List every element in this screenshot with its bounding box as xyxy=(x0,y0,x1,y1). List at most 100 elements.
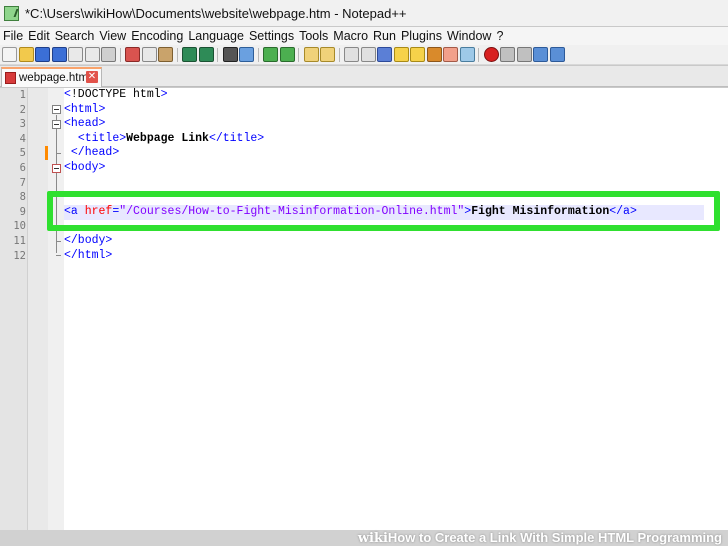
print-icon[interactable] xyxy=(101,47,116,62)
save-all-icon[interactable] xyxy=(51,47,67,62)
doc-map-icon[interactable] xyxy=(410,47,425,62)
menu-window[interactable]: Window xyxy=(447,29,491,43)
highlight-annotation xyxy=(47,191,720,231)
fold-end xyxy=(56,255,61,256)
menu-bar: File Edit Search View Encoding Language … xyxy=(0,27,728,45)
cut-icon[interactable] xyxy=(125,47,140,62)
fold-toggle-html[interactable] xyxy=(52,105,61,114)
fold-end xyxy=(56,153,61,154)
wikihow-logo-text: wiki xyxy=(357,531,388,546)
caption-how: How xyxy=(387,530,416,545)
html-open-tag: <html> xyxy=(64,102,106,116)
close-all-icon[interactable] xyxy=(84,47,100,62)
redo-icon[interactable] xyxy=(198,47,214,62)
caption-title: to Create a Link With Simple HTML Progra… xyxy=(415,530,722,545)
code-line-11: </body> xyxy=(64,234,637,249)
tag-close-bracket: > xyxy=(160,88,168,101)
menu-edit[interactable]: Edit xyxy=(28,29,50,43)
run-macro-multiple-icon[interactable] xyxy=(533,47,548,62)
tab-webpage-htm[interactable]: webpage.htm ✕ xyxy=(1,67,102,87)
open-folder-icon[interactable] xyxy=(18,47,34,62)
line-number: 10 xyxy=(13,220,26,233)
indent-guide-icon[interactable] xyxy=(377,47,392,62)
menu-language[interactable]: Language xyxy=(188,29,244,43)
record-macro-icon[interactable] xyxy=(483,47,499,62)
toolbar-separator xyxy=(338,47,343,62)
menu-view[interactable]: View xyxy=(99,29,126,43)
play-macro-icon[interactable] xyxy=(516,47,532,62)
close-file-icon[interactable] xyxy=(68,47,83,62)
save-macro-icon[interactable] xyxy=(549,47,565,62)
menu-settings[interactable]: Settings xyxy=(249,29,294,43)
toolbar-separator xyxy=(176,47,181,62)
word-wrap-icon[interactable] xyxy=(344,47,359,62)
line-number: 6 xyxy=(19,161,26,174)
fold-toggle-head[interactable] xyxy=(52,120,61,129)
code-line-1: <!DOCTYPE html> xyxy=(64,88,637,103)
copy-icon[interactable] xyxy=(141,47,157,62)
tab-bar: webpage.htm ✕ xyxy=(0,66,728,87)
menu-run[interactable]: Run xyxy=(373,29,396,43)
find-icon[interactable] xyxy=(222,47,238,62)
toolbar xyxy=(0,45,728,65)
fold-end xyxy=(56,241,61,242)
folder-as-workspace-icon[interactable] xyxy=(443,47,458,62)
sync-horizontal-icon[interactable] xyxy=(320,47,335,62)
head-open-tag: <head> xyxy=(64,117,106,131)
new-file-icon[interactable] xyxy=(2,47,17,62)
line-number: 3 xyxy=(19,118,26,131)
show-all-characters-icon[interactable] xyxy=(360,47,376,62)
menu-help[interactable]: ? xyxy=(496,29,503,43)
fold-line xyxy=(56,115,57,253)
code-line-2: <html> xyxy=(64,103,637,118)
undo-icon[interactable] xyxy=(182,47,197,62)
zoom-in-icon[interactable] xyxy=(263,47,278,62)
line-number: 4 xyxy=(19,132,26,145)
tab-label: webpage.htm xyxy=(19,72,89,84)
title-bar: *C:\Users\wikiHow\Documents\website\webp… xyxy=(0,0,728,26)
toolbar-separator xyxy=(298,47,302,62)
menu-search[interactable]: Search xyxy=(55,29,95,43)
close-icon[interactable]: ✕ xyxy=(86,71,98,83)
save-icon[interactable] xyxy=(35,47,50,62)
notepad-plus-plus-icon xyxy=(4,5,19,21)
function-list-icon[interactable] xyxy=(426,47,442,62)
toolbar-separator xyxy=(257,47,262,62)
caption: wikiHow to Create a Link With Simple HTM… xyxy=(358,530,722,546)
menu-file[interactable]: File xyxy=(3,29,23,43)
sync-vertical-icon[interactable] xyxy=(303,47,319,62)
editor-area[interactable]: 1 2 3 4 5 6 7 8 9 10 11 12 <!DOCTYPE htm… xyxy=(0,88,728,530)
line-number: 11 xyxy=(13,234,26,247)
zoom-out-icon[interactable] xyxy=(279,47,295,62)
line-number: 8 xyxy=(19,191,26,204)
line-number: 1 xyxy=(19,89,26,101)
html-close-tag: </html> xyxy=(64,248,113,262)
menu-encoding[interactable]: Encoding xyxy=(131,29,183,43)
body-open-tag: <body> xyxy=(64,160,106,174)
line-number: 9 xyxy=(19,205,26,218)
code-line-12: </html> xyxy=(64,249,637,264)
doctype-text: !DOCTYPE html xyxy=(70,88,161,101)
fold-toggle-body[interactable] xyxy=(52,164,61,173)
title-text: Webpage Link xyxy=(126,131,209,145)
body-close-tag: </body> xyxy=(64,233,113,247)
paste-icon[interactable] xyxy=(158,47,173,62)
line-numbers: 1 2 3 4 5 6 7 8 9 10 11 12 xyxy=(0,88,26,263)
menu-plugins[interactable]: Plugins xyxy=(401,29,442,43)
replace-icon[interactable] xyxy=(239,47,254,62)
toolbar-separator xyxy=(478,47,482,62)
menu-tools[interactable]: Tools xyxy=(299,29,328,43)
tag-open-bracket: < xyxy=(64,88,71,101)
toolbar-separator xyxy=(217,47,221,62)
stop-macro-icon[interactable] xyxy=(500,47,515,62)
line-number: 2 xyxy=(19,103,26,116)
monitoring-icon[interactable] xyxy=(459,47,475,62)
window-title: *C:\Users\wikiHow\Documents\website\webp… xyxy=(25,5,407,21)
user-language-icon[interactable] xyxy=(393,47,409,62)
menu-macro[interactable]: Macro xyxy=(333,29,368,43)
code-text[interactable]: <!DOCTYPE html> <html> <head> <title>Web… xyxy=(64,88,637,263)
line-number: 7 xyxy=(19,176,26,189)
